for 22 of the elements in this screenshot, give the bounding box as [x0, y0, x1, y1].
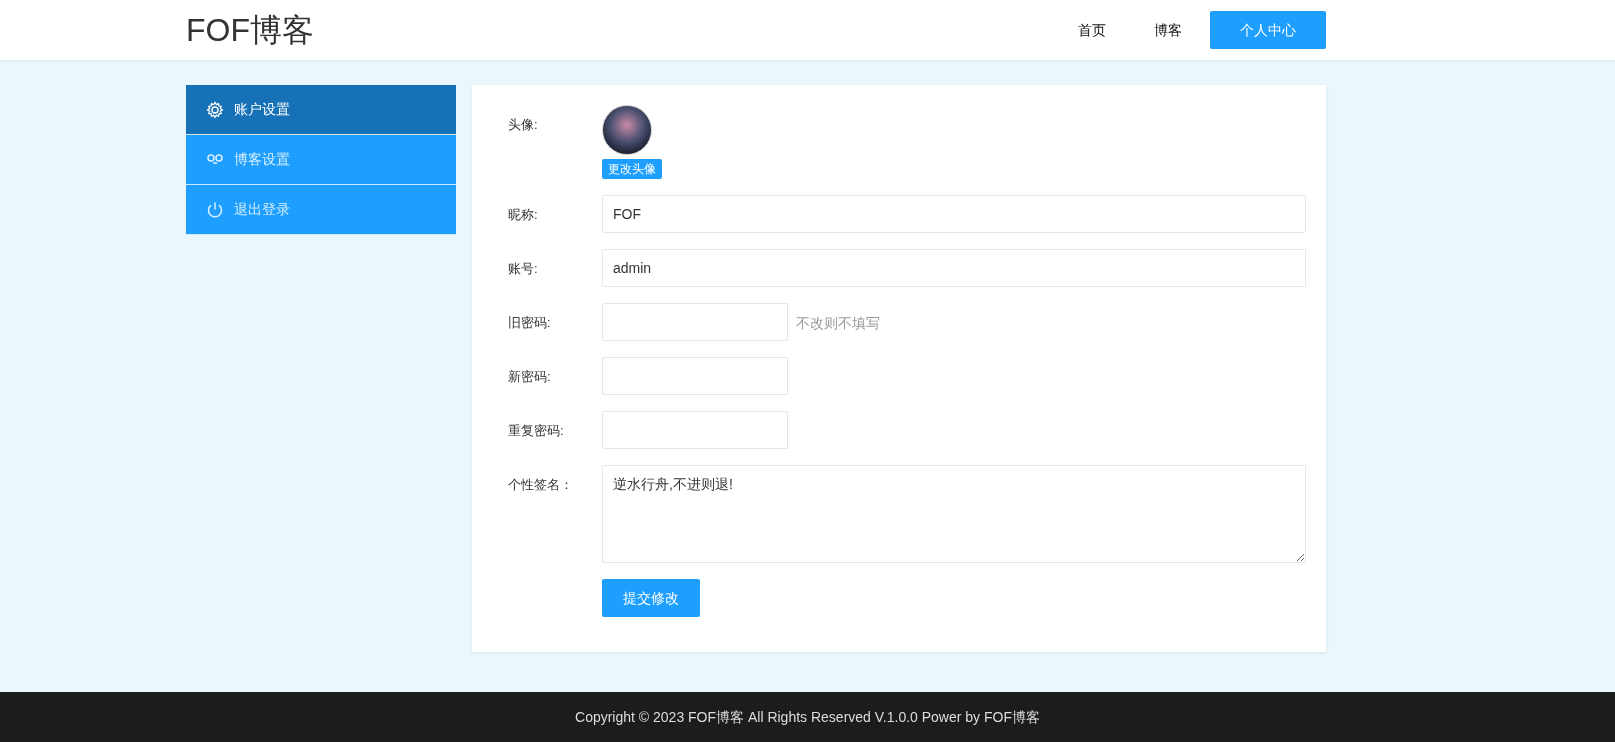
text-field[interactable]: FOF	[602, 195, 1306, 233]
field-label: 旧密码:	[508, 314, 552, 332]
gear-icon	[206, 100, 224, 119]
nav-link[interactable]: 首页	[1058, 11, 1126, 49]
field-label: 昵称:	[508, 206, 539, 224]
field-label: 重复密码:	[508, 422, 565, 440]
hint-text: 不改则不填写	[796, 314, 880, 333]
avatar-photo-placeholder	[602, 105, 652, 155]
site-logo[interactable]: FOF博客	[186, 0, 314, 60]
nav-link[interactable]: 博客	[1134, 11, 1202, 49]
password-field[interactable]	[602, 411, 788, 449]
field-label: 头像:	[508, 116, 539, 134]
field-label: 账号:	[508, 260, 539, 278]
field-label: 个性签名：	[508, 476, 574, 494]
sidebar-item[interactable]: 账户设置	[186, 85, 456, 135]
power-icon	[206, 200, 224, 219]
text-field[interactable]: admin	[602, 249, 1306, 287]
password-field[interactable]	[602, 303, 788, 341]
field-label: 新密码:	[508, 368, 552, 386]
password-field[interactable]	[602, 357, 788, 395]
signature-field[interactable]: 逆水行舟,不进则退!	[602, 465, 1306, 563]
copyright-text: Copyright © 2023 FOF博客 All Rights Reserved V.1.0.0 Power by FOF博客	[575, 707, 1040, 727]
